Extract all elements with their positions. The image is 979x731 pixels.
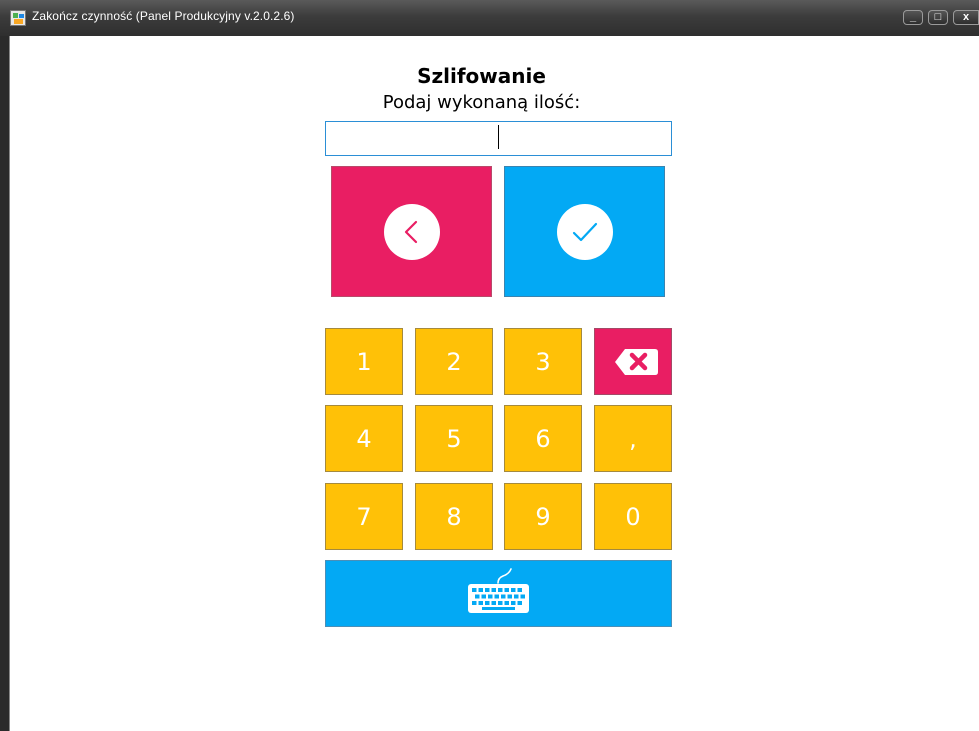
key-9[interactable]: 9 (504, 483, 582, 550)
close-button[interactable]: x (953, 10, 979, 25)
key-6[interactable]: 6 (504, 405, 582, 472)
text-caret (498, 125, 499, 149)
key-0[interactable]: 0 (594, 483, 672, 550)
key-comma[interactable]: , (594, 405, 672, 472)
key-8[interactable]: 8 (415, 483, 493, 550)
minimize-button[interactable]: _ (903, 10, 923, 25)
key-4[interactable]: 4 (325, 405, 403, 472)
check-icon (557, 204, 613, 260)
app-icon (10, 10, 26, 26)
confirm-button[interactable] (504, 166, 665, 297)
maximize-button[interactable]: □ (928, 10, 948, 25)
key-2[interactable]: 2 (415, 328, 493, 395)
key-1[interactable]: 1 (325, 328, 403, 395)
back-button[interactable] (331, 166, 492, 297)
backspace-icon (615, 349, 658, 375)
keyboard-button[interactable] (325, 560, 672, 627)
key-3[interactable]: 3 (504, 328, 582, 395)
key-5[interactable]: 5 (415, 405, 493, 472)
title-bar: Zakończ czynność (Panel Produkcyjny v.2.… (0, 0, 979, 36)
backspace-button[interactable] (594, 328, 672, 395)
key-7[interactable]: 7 (325, 483, 403, 550)
quantity-prompt: Podaj wykonaną ilość: (382, 92, 581, 113)
activity-title: Szlifowanie (417, 64, 546, 88)
chevron-left-icon (384, 204, 440, 260)
window-title: Zakończ czynność (Panel Produkcyjny v.2.… (32, 9, 295, 23)
keyboard-icon (468, 568, 529, 613)
